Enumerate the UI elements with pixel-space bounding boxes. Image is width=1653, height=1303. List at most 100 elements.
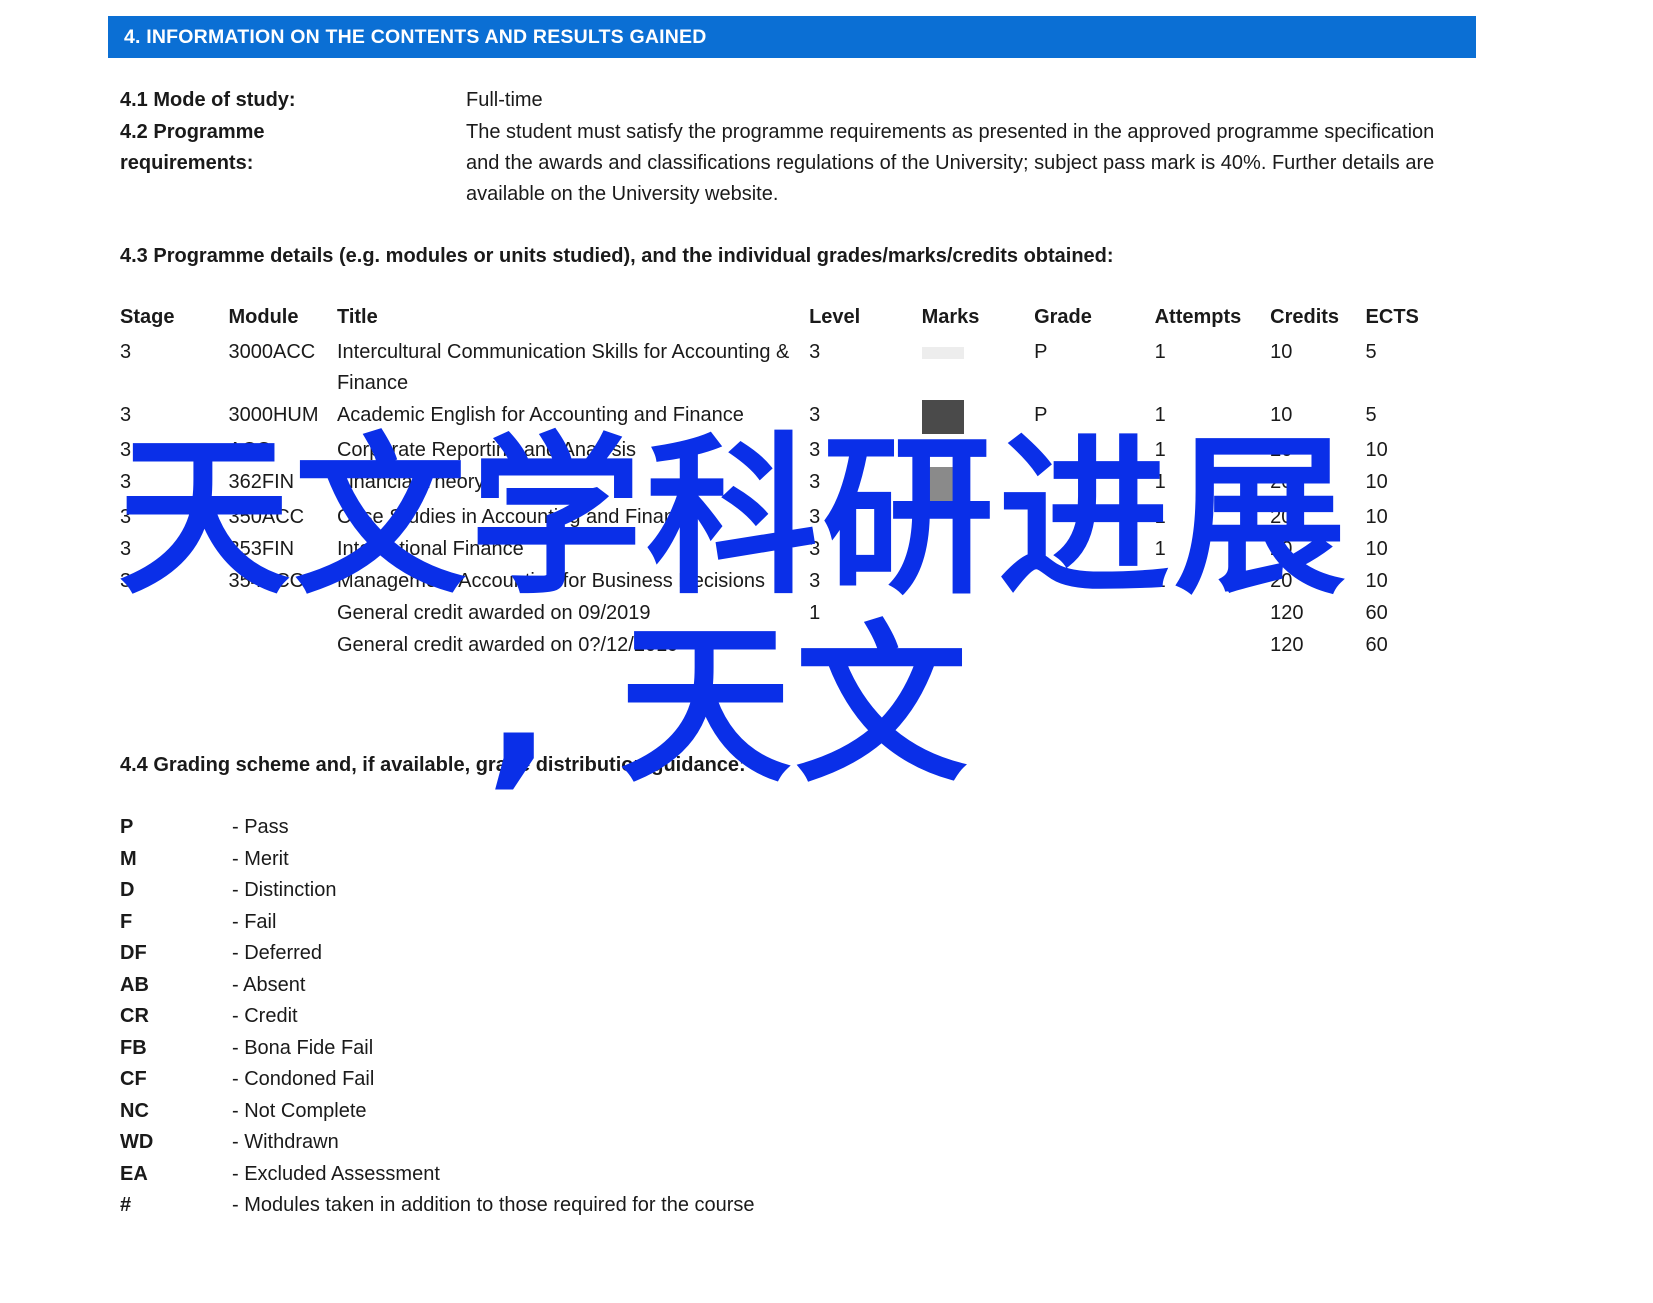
cell-level: 3 <box>809 570 821 592</box>
cell-module: ACC <box>228 439 271 461</box>
column-header-marks: Marks <box>921 306 980 328</box>
cell-ects: 10 <box>1365 538 1388 560</box>
table-row: 3 3000HUM Academic English for Accounting … <box>120 400 1456 435</box>
cell-credits: 10 <box>1270 404 1293 426</box>
cell-module: 3000HUM <box>228 404 319 426</box>
legend-description: - Excluded Assessment <box>232 1162 440 1185</box>
cell-level: 3 <box>809 341 821 363</box>
cell-credits: 20 <box>1270 506 1293 528</box>
cell-title: Intercultural Communication Skills for A… <box>336 341 790 394</box>
cell-marks <box>922 630 1035 662</box>
legend-code: CR <box>120 1005 149 1027</box>
legend-row: WD - Withdrawn <box>120 1127 755 1159</box>
cell-grade <box>1034 630 1155 662</box>
cell-credits: 120 <box>1270 602 1304 624</box>
cell-level <box>809 630 922 662</box>
cell-stage: 3 <box>120 439 132 461</box>
table-header-row: Stage Module Title Level Marks Grade Att… <box>120 306 1456 337</box>
legend-description: - Pass <box>232 816 289 838</box>
legend-row: FB - Bona Fide Fail <box>120 1033 755 1065</box>
cell-module <box>228 630 336 662</box>
section-4-3-heading: 4.3 Programme details (e.g. modules or u… <box>120 245 1114 267</box>
legend-row: D - Distinction <box>120 875 755 907</box>
cell-title: Management Accounting for Business Decis… <box>336 570 765 592</box>
legend-code: DF <box>120 942 147 964</box>
legend-row: CF - Condoned Fail <box>120 1064 755 1096</box>
section-4-4-heading: 4.4 Grading scheme and, if available, gr… <box>120 754 746 776</box>
cell-module: 3000ACC <box>228 341 316 363</box>
cell-marks <box>921 337 1035 400</box>
cell-ects: 60 <box>1365 602 1388 624</box>
section-banner-title: 4. INFORMATION ON THE CONTENTS AND RESUL… <box>124 25 707 48</box>
table-row: General credit awarded on 0?/12/2019 120 6… <box>120 630 1456 662</box>
legend-row: AB - Absent <box>120 970 755 1002</box>
legend-code: WD <box>120 1131 154 1153</box>
cell-attempts: 1 <box>1154 341 1166 363</box>
cell-attempts: 1 <box>1154 570 1166 592</box>
legend-description: - Deferred <box>232 942 323 964</box>
cell-credits: 20 <box>1270 439 1293 461</box>
cell-module: 354ACC <box>228 570 305 592</box>
modules-table: Stage Module Title Level Marks Grade Att… <box>120 306 1456 662</box>
legend-code: FB <box>120 1036 147 1059</box>
legend-row: DF - Deferred <box>120 938 755 970</box>
cell-module: 350ACC <box>228 506 305 528</box>
cell-module: 362FIN <box>228 471 295 493</box>
cell-attempts: 1 <box>1154 506 1166 528</box>
legend-description: - Distinction <box>232 879 337 901</box>
cell-marks <box>922 598 1035 630</box>
cell-attempts <box>1155 598 1271 630</box>
cell-title: Case Studies in Accounting and Finance <box>336 506 697 528</box>
cell-attempts: 1 <box>1154 471 1166 493</box>
column-header-grade: Grade <box>1034 306 1092 328</box>
legend-description: - Fail <box>232 910 277 933</box>
legend-row: # - Modules taken in addition to those re… <box>120 1190 755 1222</box>
modules-table-body: 3 3000ACC Intercultural Communication Skil… <box>120 337 1456 662</box>
cell-attempts: 1 <box>1154 439 1166 461</box>
legend-row: M - Merit <box>120 844 755 876</box>
column-header-attempts: Attempts <box>1154 306 1242 328</box>
cell-marks <box>922 435 1035 467</box>
cell-stage: 3 <box>120 570 132 592</box>
redaction-block <box>921 346 964 359</box>
cell-title: Corporate Reporting and Analysis <box>336 439 637 461</box>
legend-code: P <box>120 816 134 838</box>
legend-description: - Modules taken in addition to those req… <box>232 1194 755 1216</box>
table-row: 3 354ACC Management Accounting for Busines… <box>120 566 1456 598</box>
cell-grade <box>1034 598 1155 630</box>
cell-module: 353FIN <box>228 538 295 560</box>
cell-stage: 3 <box>120 471 132 493</box>
cell-grade <box>1034 435 1155 467</box>
column-header-module: Module <box>228 306 299 328</box>
legend-description: - Merit <box>232 847 289 870</box>
cell-level: 3 <box>809 471 821 493</box>
cell-stage: 3 <box>120 538 132 560</box>
cell-stage <box>120 630 228 662</box>
table-row: General credit awarded on 09/2019 1 120 60 <box>120 598 1456 630</box>
cell-title: International Finance <box>336 538 524 560</box>
cell-credits: 10 <box>1270 341 1293 363</box>
legend-code: # <box>120 1194 132 1216</box>
legend-row: CR - Credit <box>120 1001 755 1033</box>
cell-marks <box>922 566 1035 598</box>
legend-row: EA - Excluded Assessment <box>120 1159 755 1191</box>
cell-level: 3 <box>809 404 821 426</box>
column-header-stage: Stage <box>120 306 175 328</box>
cell-marks <box>922 502 1035 534</box>
cell-stage: 3 <box>120 404 132 426</box>
table-row: 3 350ACC Case Studies in Accounting and Fi… <box>120 502 1456 534</box>
legend-code: NC <box>120 1099 149 1122</box>
column-header-credits: Credits <box>1270 306 1340 328</box>
cell-attempts <box>1155 630 1271 662</box>
column-header-title: Title <box>336 306 378 328</box>
column-header-level: Level <box>809 306 861 328</box>
cell-marks <box>921 467 1035 502</box>
field-value-programme-requirements: The student must satisfy the programme r… <box>466 121 1435 205</box>
grading-scheme-legend: P - Pass M - Merit D - Distinction F - Fail DF - … <box>120 812 755 1222</box>
cell-grade: P <box>1034 404 1048 426</box>
redaction-block <box>921 467 964 501</box>
legend-code: D <box>120 879 135 901</box>
legend-description: - Bona Fide Fail <box>232 1036 374 1059</box>
cell-title: Financial Theory <box>336 471 485 493</box>
legend-description: - Withdrawn <box>232 1131 339 1153</box>
